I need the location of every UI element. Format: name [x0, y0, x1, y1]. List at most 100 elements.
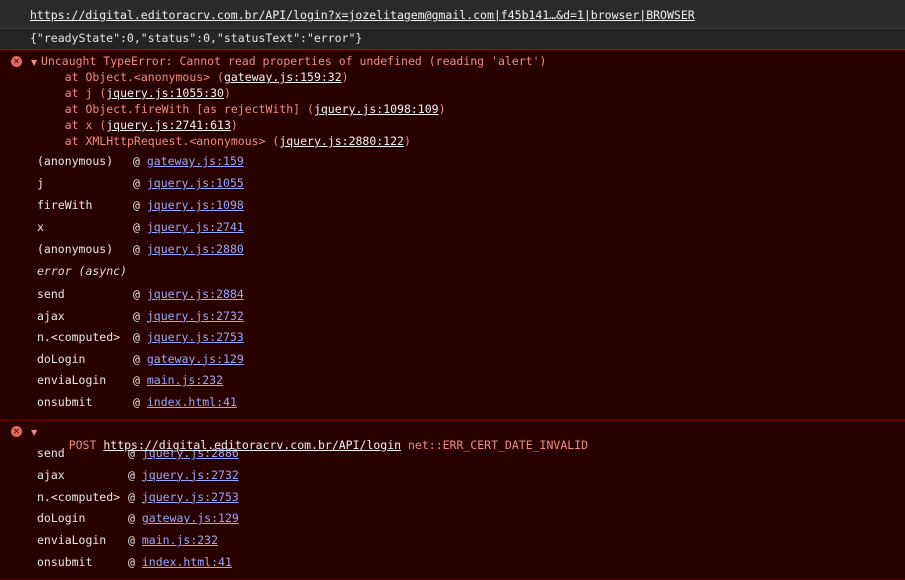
trace-text: at j ( — [37, 86, 107, 100]
expanded-triangle-icon[interactable]: ▼ — [31, 58, 37, 67]
stack-function-name: fireWith — [37, 198, 93, 212]
stack-frame-source: @ jquery.js:2741 — [133, 220, 244, 234]
trace-text: ) — [223, 86, 231, 100]
stack-source-link[interactable]: gateway.js:129 — [147, 352, 244, 366]
stack-source-link[interactable]: jquery.js:2732 — [142, 468, 239, 482]
stack-frame-source: @ index.html:41 — [128, 555, 232, 569]
stack-source-link[interactable]: jquery.js:1055 — [147, 176, 244, 190]
trace-text: ) — [438, 102, 446, 116]
stack-function-name: x — [37, 220, 44, 234]
stack-frame-source: @ jquery.js:2732 — [133, 309, 244, 323]
stack-function-name: (anonymous) — [37, 154, 114, 168]
stack-source-link[interactable]: gateway.js:129 — [142, 511, 239, 525]
stack-frame-source: @ index.html:41 — [133, 395, 237, 409]
stack-function-name: enviaLogin — [37, 533, 107, 548]
stack-function-name: doLogin — [37, 511, 86, 526]
async-separator: error (async) — [37, 264, 128, 278]
stack-frame-source: @ main.js:232 — [133, 373, 223, 387]
stack-function-name: n.<computed> — [37, 489, 121, 504]
error-message: Uncaught TypeError: Cannot read properti… — [41, 54, 547, 68]
stack-function-name: enviaLogin — [37, 373, 107, 388]
stack-source-link[interactable]: jquery.js:1098 — [147, 198, 244, 212]
trace-source-link[interactable]: gateway.js:159:32 — [224, 70, 342, 84]
at-symbol: @ — [128, 555, 142, 569]
stack-function-name: onsubmit — [37, 555, 93, 569]
stack-source-link[interactable]: jquery.js:2884 — [147, 287, 244, 301]
stack-source-link[interactable]: jquery.js:2886 — [142, 446, 239, 460]
stack-frame-source: @ gateway.js:159 — [133, 154, 244, 168]
at-symbol: @ — [133, 308, 147, 323]
stack-frame-source: @ main.js:232 — [128, 533, 218, 547]
at-symbol: @ — [133, 373, 147, 388]
console-error-uncaught-typeerror: ✕ ▼ Uncaught TypeError: Cannot read prop… — [0, 50, 905, 420]
stack-function-name: ajax — [37, 467, 65, 482]
stack-function-name: n.<computed> — [37, 330, 121, 345]
stack-frame-source: @ jquery.js:1098 — [133, 198, 244, 212]
response-json-text: {"readyState":0,"status":0,"statusText":… — [30, 31, 363, 45]
stack-frame-source: @ gateway.js:129 — [128, 511, 239, 525]
stack-frame-source: @ jquery.js:1055 — [133, 176, 244, 190]
stack-source-link[interactable]: gateway.js:159 — [147, 154, 244, 168]
stack-source-link[interactable]: jquery.js:2741 — [147, 220, 244, 234]
request-url-row: https://digital.editoracrv.com.br/API/lo… — [0, 0, 905, 29]
trace-text: at XMLHttpRequest.<anonymous> ( — [37, 134, 280, 148]
at-symbol: @ — [133, 242, 147, 256]
at-symbol: @ — [128, 489, 142, 504]
console-error-post-request: ✕ ▼ POST https://digital.editoracrv.com.… — [0, 420, 905, 580]
expanded-triangle-icon[interactable]: ▼ — [31, 428, 37, 437]
at-symbol: @ — [133, 154, 147, 168]
at-symbol: @ — [133, 395, 147, 409]
request-method: POST — [68, 438, 97, 452]
stack-frame-source: @ jquery.js:2884 — [133, 287, 244, 301]
stack-frame-source: @ jquery.js:2753 — [128, 490, 239, 504]
stack-source-link[interactable]: jquery.js:2753 — [142, 490, 239, 504]
stack-frame-source: @ jquery.js:2753 — [133, 330, 244, 344]
stack-function-name: send — [37, 446, 65, 460]
stack-function-name: (anonymous) — [37, 242, 114, 256]
response-json-row: {"readyState":0,"status":0,"statusText":… — [0, 29, 905, 50]
stack-source-link[interactable]: jquery.js:2753 — [147, 330, 244, 344]
at-symbol: @ — [128, 467, 142, 482]
stack-frame-source: @ jquery.js:2886 — [128, 446, 239, 460]
trace-source-link[interactable]: jquery.js:2880:122 — [279, 134, 404, 148]
trace-line: at XMLHttpRequest.<anonymous> (jquery.js… — [37, 134, 411, 148]
trace-text: at Object.fireWith [as rejectWith] ( — [37, 102, 314, 116]
at-symbol: @ — [133, 176, 147, 190]
at-symbol: @ — [133, 351, 147, 366]
stack-source-link[interactable]: index.html:41 — [142, 555, 232, 569]
stack-frame-source: @ gateway.js:129 — [133, 352, 244, 366]
at-symbol: @ — [133, 220, 147, 234]
request-url-link[interactable]: https://digital.editoracrv.com.br/API/lo… — [30, 8, 695, 22]
at-symbol: @ — [128, 511, 142, 526]
trace-source-link[interactable]: jquery.js:1055:30 — [106, 86, 224, 100]
stack-source-link[interactable]: index.html:41 — [147, 395, 237, 409]
stack-source-link[interactable]: main.js:232 — [142, 533, 218, 547]
at-symbol: @ — [128, 533, 142, 548]
stack-source-link[interactable]: jquery.js:2880 — [147, 242, 244, 256]
error-circle-icon: ✕ — [11, 426, 22, 437]
stack-function-name: ajax — [37, 308, 65, 323]
stack-frame-source: @ jquery.js:2732 — [128, 468, 239, 482]
at-symbol: @ — [128, 446, 142, 460]
trace-text: at x ( — [37, 118, 107, 132]
at-symbol: @ — [133, 330, 147, 345]
trace-line: at Object.<anonymous> (gateway.js:159:32… — [37, 70, 349, 84]
post-line: POST https://digital.editoracrv.com.br/A… — [41, 424, 588, 466]
trace-source-link[interactable]: jquery.js:1098:109 — [314, 102, 439, 116]
trace-text: ) — [341, 70, 349, 84]
trace-source-link[interactable]: jquery.js:2741:613 — [106, 118, 231, 132]
stack-source-link[interactable]: jquery.js:2732 — [147, 309, 244, 323]
stack-frame-source: @ jquery.js:2880 — [133, 242, 244, 256]
stack-source-link[interactable]: main.js:232 — [147, 373, 223, 387]
stack-function-name: j — [37, 176, 44, 190]
error-code: net::ERR_CERT_DATE_INVALID — [408, 438, 589, 452]
trace-line: at Object.fireWith [as rejectWith] (jque… — [37, 102, 446, 116]
at-symbol: @ — [133, 287, 147, 301]
at-symbol: @ — [133, 198, 147, 212]
trace-text: ) — [403, 134, 411, 148]
trace-line: at x (jquery.js:2741:613) — [37, 118, 238, 132]
error-circle-icon: ✕ — [11, 56, 22, 67]
trace-text: ) — [230, 118, 238, 132]
stack-function-name: onsubmit — [37, 395, 93, 409]
stack-function-name: doLogin — [37, 351, 86, 366]
